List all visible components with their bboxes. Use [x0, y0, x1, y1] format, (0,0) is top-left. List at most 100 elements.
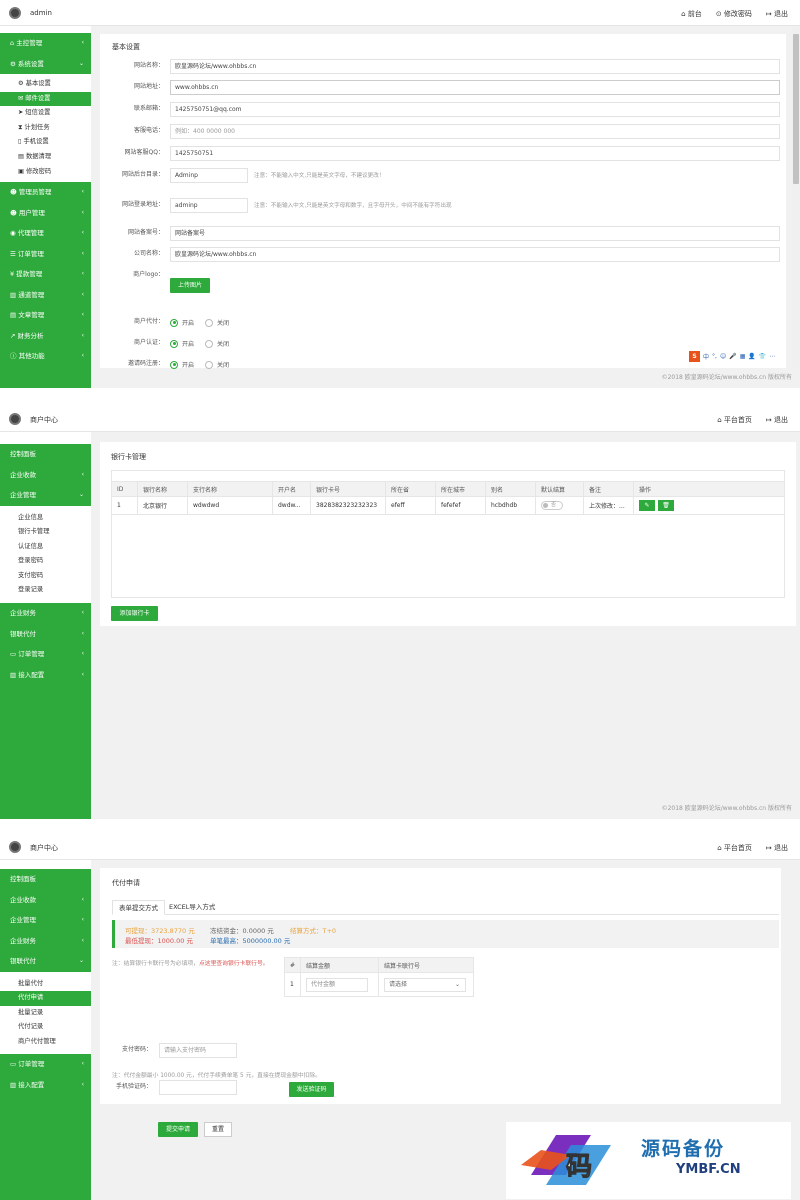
submenu-bank-card[interactable]: 银行卡管理 [0, 525, 91, 540]
admin-dir-input[interactable]: Adminp [170, 168, 248, 183]
qq-input[interactable]: 1425750751 [170, 146, 780, 161]
phone-input[interactable]: 例如：400 0000 000 [170, 124, 780, 139]
form-row-phone: 客服电话： 例如：400 0000 000 [112, 124, 780, 139]
site-name-input[interactable]: 欧皇源码论坛/www.ohbbs.cn [170, 59, 780, 74]
logout-link[interactable]: ↦ 退出 [766, 9, 788, 19]
sidebar-item-access-config[interactable]: ▥ 接入配置 ‹ [0, 665, 91, 686]
sidebar-item-channel-management[interactable]: ▥ 通道管理 ‹ [0, 285, 91, 306]
submenu-email-settings[interactable]: ✉ 邮件设置 [0, 91, 91, 107]
submenu-data-cleanup[interactable]: ▤ 数据清理 [0, 150, 91, 165]
sidebar-item-finance-analysis[interactable]: ↗ 财务分析 ‹ [0, 326, 91, 347]
avatar-icon[interactable] [9, 413, 21, 425]
submenu-login-password[interactable]: 登录密码 [0, 554, 91, 569]
top-bar: admin ⌂ 前台 ⊙ 修改密码 ↦ 退出 [0, 0, 800, 26]
sidebar-item-finance[interactable]: 企业财务 ‹ [0, 603, 91, 624]
sidebar-item-unionpay-payout[interactable]: 银联代付 ‹ [0, 624, 91, 645]
submenu-payout-records[interactable]: 代付记录 [0, 1020, 91, 1035]
sidebar-item-enterprise-management[interactable]: 企业管理 ⌄ [0, 485, 91, 506]
login-dir-input[interactable]: adminp [170, 198, 248, 213]
logout-link[interactable]: ↦ 退出 [766, 843, 788, 853]
default-settle-toggle[interactable]: 否 [541, 501, 563, 510]
payout-off-radio[interactable]: 关闭 [205, 318, 229, 327]
auth-on-radio[interactable]: 开启 [170, 339, 194, 348]
sidebar-item-orders[interactable]: ▭ 订单管理 ‹ [0, 644, 91, 665]
brand-name: admin [30, 9, 52, 17]
chevron-left-icon: ‹ [81, 936, 84, 944]
tab-form-submit[interactable]: 表单提交方式 [112, 900, 165, 915]
platform-home-link[interactable]: ⌂ 平台首页 [717, 843, 752, 853]
ime-punct-icon: °, [712, 353, 717, 360]
sidebar-item-agent-management[interactable]: ◉ 代理管理 ‹ [0, 223, 91, 244]
submenu-sms-settings[interactable]: ➤ 短信设置 [0, 106, 91, 121]
change-password-link[interactable]: ⊙ 修改密码 [716, 9, 752, 19]
submenu-enterprise-info[interactable]: 企业信息 [0, 511, 91, 526]
database-icon: ▤ [18, 152, 26, 160]
delete-icon[interactable]: 🗑 [658, 500, 674, 511]
ime-user-icon: 👤 [748, 353, 756, 360]
submenu-login-log[interactable]: 登录记录 [0, 583, 91, 598]
sidebar-item-dashboard[interactable]: 控制面板 [0, 869, 91, 890]
submenu-merchant-payout-manage[interactable]: 商户代付管理 [0, 1035, 91, 1050]
sidebar-item-user-management[interactable]: ☻ 用户管理 ‹ [0, 203, 91, 224]
submenu-auth-info[interactable]: 认证信息 [0, 540, 91, 555]
send-sms-button[interactable]: 发送验证码 [289, 1082, 334, 1097]
payout-on-radio[interactable]: 开启 [170, 318, 194, 327]
sidebar-item-withdraw-management[interactable]: ¥ 提款管理 ‹ [0, 264, 91, 285]
submenu-pay-password[interactable]: 支付密码 [0, 569, 91, 584]
avatar-icon[interactable] [9, 841, 21, 853]
bank-code-select[interactable]: 请选择 ⌄ [384, 977, 466, 992]
ime-toolbar[interactable]: S 中 °, ☺ 🎤 ▦ 👤 👕 ⋯ [689, 351, 775, 362]
pay-password-input[interactable]: 请输入支付密码 [159, 1043, 237, 1058]
email-input[interactable]: 1425750751@qq.com [170, 102, 780, 117]
submenu-payout-apply[interactable]: 代付申请 [0, 991, 91, 1006]
sidebar-item-other-functions[interactable]: ⓘ 其他功能 ‹ [0, 346, 91, 367]
radio-unchecked-icon [205, 318, 213, 327]
submenu-change-password[interactable]: ▣ 修改密码 [0, 165, 91, 180]
scrollbar-thumb[interactable] [793, 34, 799, 184]
sidebar-item-collection[interactable]: 企业收款 ‹ [0, 465, 91, 486]
submenu-batch-payout[interactable]: 批量代付 [0, 977, 91, 992]
avatar-icon[interactable] [9, 7, 21, 19]
logout-icon: ↦ [765, 10, 774, 18]
sidebar-item-order-management[interactable]: ☰ 订单管理 ‹ [0, 244, 91, 265]
site-url-input[interactable]: www.ohbbs.cn [170, 80, 780, 95]
auth-off-radio[interactable]: 关闭 [205, 339, 229, 348]
submit-button[interactable]: 提交申请 [158, 1122, 198, 1137]
add-bank-card-button[interactable]: 添加银行卡 [111, 606, 158, 621]
platform-home-link[interactable]: ⌂ 平台首页 [717, 415, 752, 425]
company-input[interactable]: 欧皇源码论坛/www.ohbbs.cn [170, 247, 780, 262]
submenu-mobile-settings[interactable]: ▯ 手机设置 [0, 135, 91, 150]
logout-link[interactable]: ↦ 退出 [766, 415, 788, 425]
chevron-left-icon: ‹ [81, 249, 84, 257]
sidebar-item-finance[interactable]: 企业财务 ‹ [0, 931, 91, 952]
invite-off-radio[interactable]: 关闭 [205, 360, 229, 369]
sidebar-item-collection[interactable]: 企业收款 ‹ [0, 890, 91, 911]
ymbf-logo-icon: 码 [521, 1135, 611, 1185]
sidebar-item-orders[interactable]: ▭ 订单管理 ‹ [0, 1054, 91, 1075]
chevron-left-icon: ‹ [81, 270, 84, 278]
sidebar-item-dashboard[interactable]: 控制面板 [0, 444, 91, 465]
sidebar-item-access-config[interactable]: ▥ 接入配置 ‹ [0, 1075, 91, 1096]
invite-on-radio[interactable]: 开启 [170, 360, 194, 369]
edit-icon[interactable]: ✎ [639, 500, 655, 511]
scrollbar[interactable] [792, 26, 800, 368]
tab-excel-import[interactable]: EXCEL导入方式 [163, 900, 221, 915]
settle-method: 结算方式：T+0 [290, 927, 337, 935]
amount-input[interactable]: 代付金额 [306, 977, 368, 992]
sidebar-item-article-management[interactable]: ▤ 文章管理 ‹ [0, 305, 91, 326]
front-link[interactable]: ⌂ 前台 [681, 9, 702, 19]
upload-image-button[interactable]: 上传图片 [170, 278, 210, 293]
submenu-basic-settings[interactable]: ⚙ 基本设置 [0, 77, 91, 92]
sms-code-input[interactable] [159, 1080, 237, 1095]
icp-input[interactable]: 网站备案号 [170, 226, 780, 241]
submenu-scheduled-tasks[interactable]: ⧗ 计划任务 [0, 121, 91, 136]
submenu-batch-records[interactable]: 批量记录 [0, 1006, 91, 1021]
sidebar-item-admin-management[interactable]: ☻ 管理员管理 ‹ [0, 182, 91, 203]
chevron-left-icon: ‹ [81, 916, 84, 923]
reset-button[interactable]: 重置 [204, 1122, 232, 1137]
bank-code-query-link[interactable]: 点这里查询银行卡联行号。 [199, 961, 269, 967]
sidebar-item-unionpay-payout[interactable]: 银联代付 ⌄ [0, 951, 91, 972]
sidebar-item-enterprise-management[interactable]: 企业管理 ‹ [0, 910, 91, 931]
sidebar-item-system-settings[interactable]: ⚙ 系统设置 ⌄ [0, 54, 91, 75]
sidebar-item-main-control[interactable]: ⌂ 主控管理 ‹ [0, 33, 91, 54]
